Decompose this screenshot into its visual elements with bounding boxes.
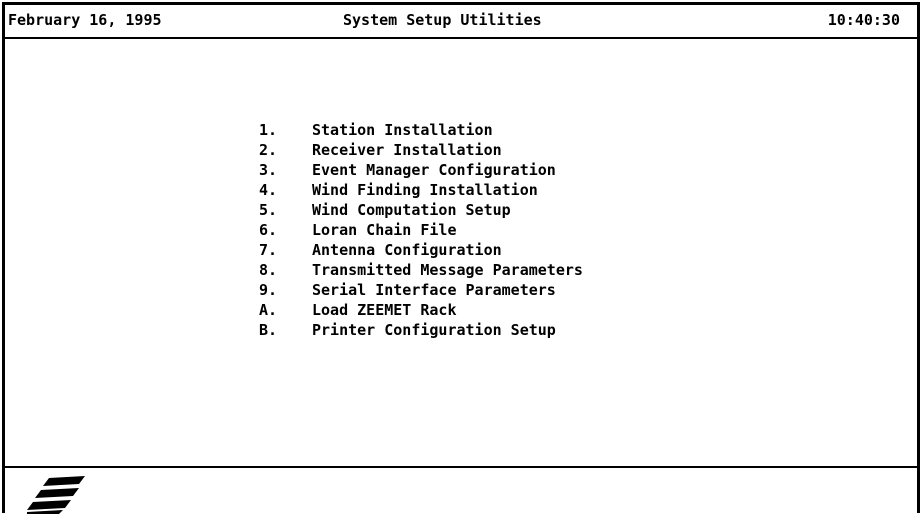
menu-item-key: 5.	[259, 201, 278, 219]
terminal-screen: February 16, 1995 System Setup Utilities…	[0, 0, 923, 514]
menu-item-key: A.	[259, 301, 278, 319]
menu-item-label: Wind Computation Setup	[312, 201, 511, 219]
menu-item-label: Station Installation	[312, 121, 493, 139]
header-date: February 16, 1995	[8, 11, 162, 29]
menu-item-wind-computation-setup[interactable]: 5. Wind Computation Setup	[259, 200, 583, 220]
setup-menu: 1. Station Installation 2. Receiver Inst…	[259, 120, 583, 340]
menu-item-label: Load ZEEMET Rack	[312, 301, 457, 319]
company-logo-stripes-icon	[27, 474, 107, 514]
menu-item-key: 1.	[259, 121, 278, 139]
page-title: System Setup Utilities	[343, 11, 542, 29]
menu-item-key: 7.	[259, 241, 278, 259]
menu-item-key: 6.	[259, 221, 278, 239]
menu-item-key: 2.	[259, 141, 278, 159]
menu-item-label: Receiver Installation	[312, 141, 502, 159]
menu-item-receiver-installation[interactable]: 2. Receiver Installation	[259, 140, 583, 160]
menu-item-loran-chain-file[interactable]: 6. Loran Chain File	[259, 220, 583, 240]
menu-item-transmitted-message-parameters[interactable]: 8. Transmitted Message Parameters	[259, 260, 583, 280]
footer-divider	[5, 466, 917, 468]
menu-item-printer-configuration-setup[interactable]: B. Printer Configuration Setup	[259, 320, 583, 340]
menu-item-serial-interface-parameters[interactable]: 9. Serial Interface Parameters	[259, 280, 583, 300]
menu-item-station-installation[interactable]: 1. Station Installation	[259, 120, 583, 140]
menu-item-label: Printer Configuration Setup	[312, 321, 556, 339]
menu-item-key: 3.	[259, 161, 278, 179]
menu-item-wind-finding-installation[interactable]: 4. Wind Finding Installation	[259, 180, 583, 200]
header-bar: February 16, 1995 System Setup Utilities…	[5, 5, 917, 39]
menu-item-label: Antenna Configuration	[312, 241, 502, 259]
menu-item-key: 4.	[259, 181, 278, 199]
menu-item-label: Wind Finding Installation	[312, 181, 538, 199]
menu-item-key: 8.	[259, 261, 278, 279]
menu-item-label: Serial Interface Parameters	[312, 281, 556, 299]
menu-item-label: Transmitted Message Parameters	[312, 261, 583, 279]
menu-item-label: Loran Chain File	[312, 221, 457, 239]
menu-item-load-zeemet-rack[interactable]: A. Load ZEEMET Rack	[259, 300, 583, 320]
menu-item-key: B.	[259, 321, 278, 339]
menu-item-event-manager-configuration[interactable]: 3. Event Manager Configuration	[259, 160, 583, 180]
menu-item-key: 9.	[259, 281, 278, 299]
header-time: 10:40:30	[827, 11, 900, 29]
menu-item-label: Event Manager Configuration	[312, 161, 556, 179]
menu-item-antenna-configuration[interactable]: 7. Antenna Configuration	[259, 240, 583, 260]
